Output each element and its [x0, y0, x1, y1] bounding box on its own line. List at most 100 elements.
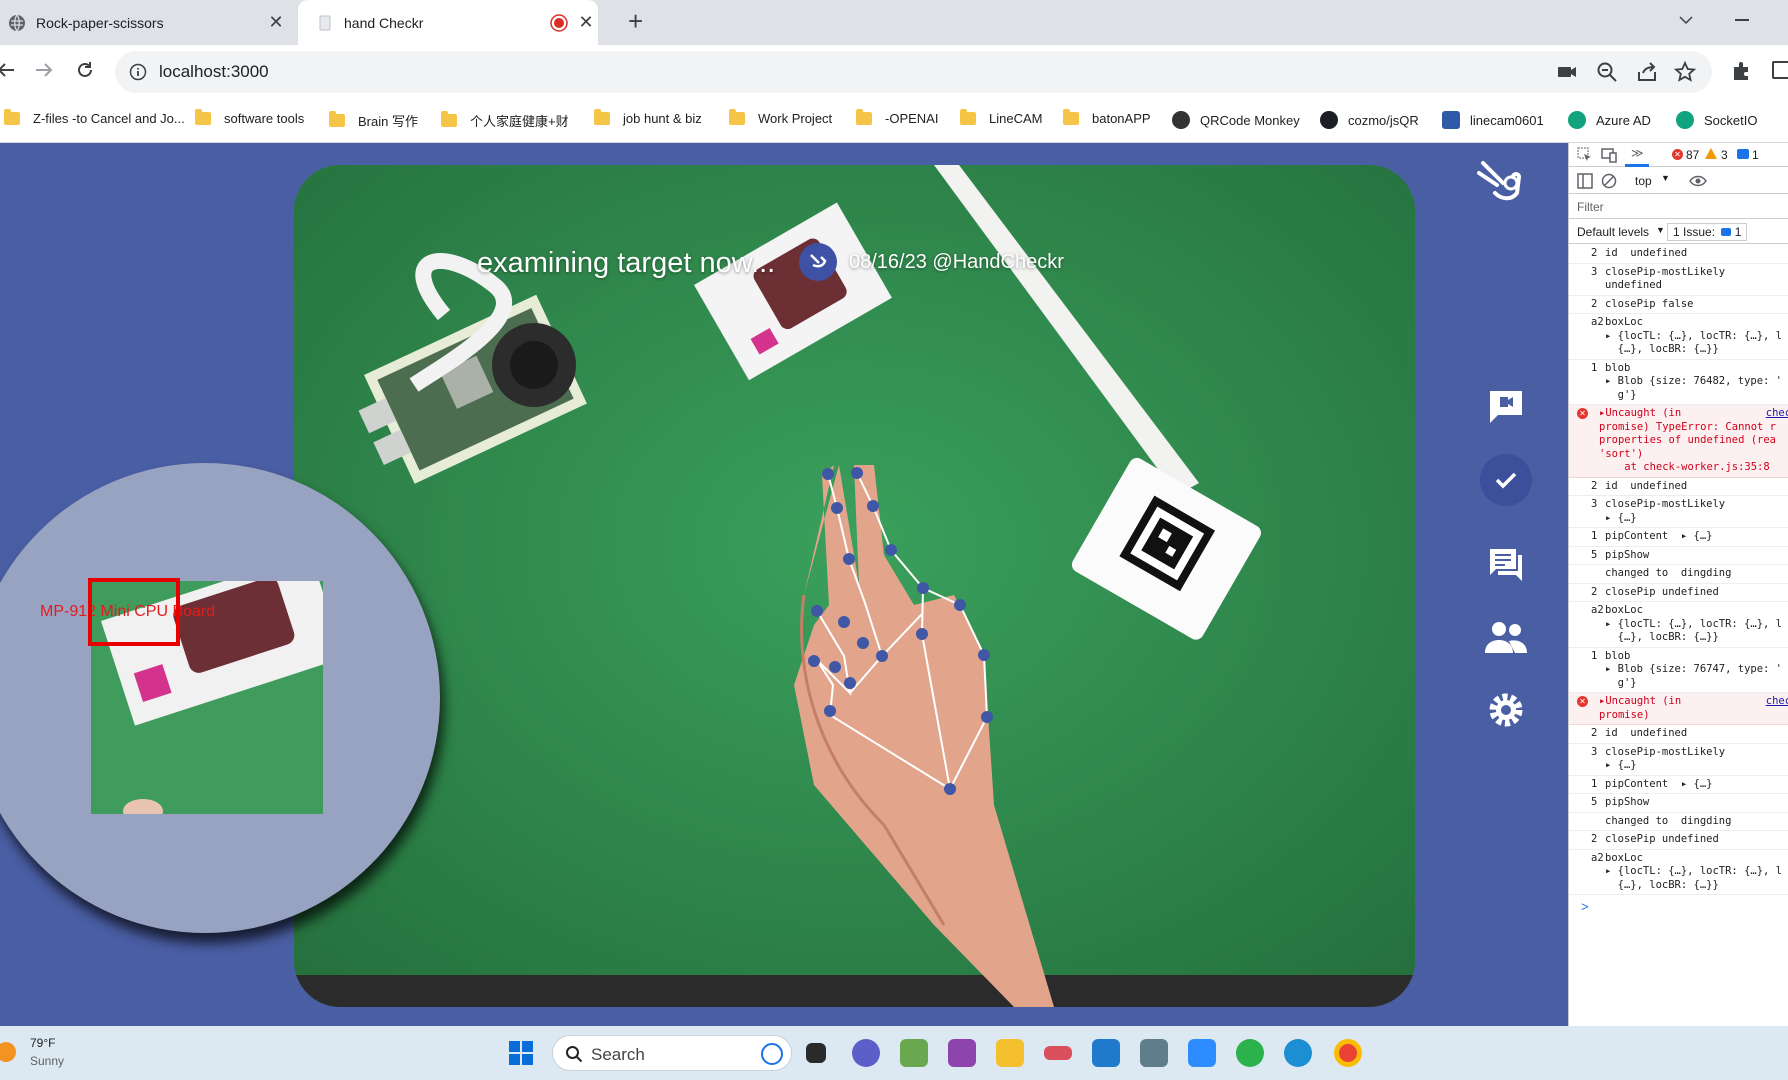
bookmark-item[interactable]: Brain 写作 — [329, 111, 418, 130]
star-icon[interactable] — [1673, 60, 1697, 84]
bookmark-item[interactable]: SocketIO — [1676, 111, 1757, 129]
bookmark-item[interactable]: batonAPP — [1063, 109, 1151, 126]
console-log-row[interactable]: changed to dingdingli — [1569, 813, 1788, 831]
file-explorer-icon[interactable] — [996, 1039, 1024, 1067]
console-log-row[interactable]: 1pipContent ▸ {…}camera — [1569, 776, 1788, 794]
levels-dropdown[interactable]: Default levels — [1577, 225, 1649, 239]
console-log-row[interactable]: 2closePip falsecamera — [1569, 296, 1788, 314]
bookmark-item[interactable]: 个人家庭健康+财 — [441, 111, 569, 130]
bookmark-item[interactable]: QRCode Monkey — [1172, 111, 1300, 129]
minimize-icon[interactable] — [1735, 19, 1749, 21]
console-log-row[interactable]: 5pipShowcamera — [1569, 547, 1788, 565]
issues-badge[interactable]: 1 Issue: 1 — [1667, 223, 1748, 241]
nav-settings[interactable] — [1480, 684, 1532, 736]
bookmark-item[interactable]: Work Project — [729, 109, 832, 126]
console-log-row[interactable]: 2id undefinedcamera — [1569, 478, 1788, 496]
console-log-row[interactable]: a2 boxLoc ▸ {locTL: {…}, locTR: {…}, l {…… — [1569, 602, 1788, 648]
error-count[interactable]: 87 — [1686, 148, 1699, 162]
console-log-row[interactable]: changed to dingdingli — [1569, 565, 1788, 584]
console-log-row[interactable]: 3closePip-mostLikely ▸ {…}camera — [1569, 744, 1788, 776]
warning-count[interactable]: 3 — [1721, 148, 1728, 162]
taskbar-search[interactable]: Search — [552, 1035, 792, 1071]
bookmark-item[interactable]: cozmo/jsQR — [1320, 111, 1419, 129]
sidebar-toggle-icon[interactable] — [1577, 173, 1593, 189]
reload-icon[interactable] — [75, 60, 95, 80]
more-tabs-icon[interactable]: ≫ — [1631, 146, 1644, 160]
bookmark-item[interactable]: linecam0601 — [1442, 111, 1544, 129]
repeat-count: 2 — [1591, 297, 1598, 310]
console-log-row[interactable]: a2 boxLoc ▸ {locTL: {…}, locTR: {…}, l {…… — [1569, 314, 1788, 360]
bookmark-item[interactable]: LineCAM — [960, 109, 1042, 126]
bookmark-item[interactable]: -OPENAI — [856, 109, 938, 126]
console-log-row[interactable]: 5pipShowcamera — [1569, 794, 1788, 813]
back-icon[interactable] — [0, 60, 16, 80]
console-log-row[interactable]: 2closePip undefinedcamera — [1569, 831, 1788, 850]
close-tab-icon[interactable]: ✕ — [576, 12, 596, 32]
new-tab-button[interactable]: + — [628, 6, 643, 37]
console-log-row[interactable]: 1blob ▸ Blob {size: 76482, type: ' g'}ca… — [1569, 360, 1788, 405]
filter-input[interactable]: Filter — [1569, 195, 1788, 219]
clipchamp-icon[interactable] — [948, 1039, 976, 1067]
console-error-row[interactable]: ✕ ▸Uncaught (in promise) TypeError: Canno… — [1569, 405, 1788, 478]
context-select[interactable]: top — [1635, 174, 1652, 188]
paint-icon[interactable] — [900, 1039, 928, 1067]
device-toolbar-icon[interactable] — [1601, 147, 1617, 163]
url-text[interactable]: localhost:3000 — [159, 62, 269, 82]
ok-hand-logo-icon[interactable] — [1473, 153, 1533, 213]
forward-icon[interactable] — [34, 60, 54, 80]
weather-condition[interactable]: Sunny — [30, 1054, 64, 1068]
console-log-row[interactable]: 1blob ▸ Blob {size: 76747, type: ' g'}ca… — [1569, 648, 1788, 693]
teams-icon[interactable] — [852, 1039, 880, 1067]
console-log-row[interactable]: 2closePip undefinedcamera — [1569, 584, 1788, 602]
bookmark-label: Z-files -to Cancel and Jo... — [33, 111, 185, 126]
bookmark-item[interactable]: job hunt & biz — [594, 109, 702, 126]
clear-console-icon[interactable] — [1601, 173, 1617, 189]
extensions-icon[interactable] — [1730, 59, 1754, 83]
console-log-row[interactable]: 3closePip-mostLikely ▸ {…}camera — [1569, 496, 1788, 528]
share-icon[interactable] — [1635, 60, 1659, 84]
log-text: blob ▸ Blob {size: 76482, type: ' g'} — [1605, 361, 1783, 401]
zoom-icon[interactable] — [1188, 1039, 1216, 1067]
nav-check[interactable] — [1480, 454, 1532, 506]
close-tab-icon[interactable]: ✕ — [266, 12, 286, 32]
console-log-row[interactable]: a2 boxLoc ▸ {locTL: {…}, locTR: {…}, l {…… — [1569, 850, 1788, 895]
eye-icon[interactable] — [1689, 173, 1707, 189]
nav-chat[interactable] — [1480, 539, 1532, 591]
tab-rock-paper-scissors[interactable]: Rock-paper-scissors ✕ — [8, 0, 293, 45]
console-error-row[interactable]: ✕ ▸Uncaught (in promise) check-work — [1569, 693, 1788, 725]
sun-icon[interactable] — [0, 1042, 16, 1062]
info-icon[interactable] — [129, 63, 147, 81]
edge-icon[interactable] — [1284, 1039, 1312, 1067]
side-panel-icon[interactable] — [1772, 61, 1788, 79]
source-link[interactable]: check-work — [1766, 407, 1788, 421]
folder-icon — [960, 109, 976, 125]
camera-icon[interactable] — [1555, 60, 1579, 84]
address-bar[interactable]: localhost:3000 — [115, 51, 1712, 93]
bookmark-item[interactable]: Z-files -to Cancel and Jo... — [4, 109, 185, 126]
console-log-row[interactable]: 2id undefinedcamera — [1569, 245, 1788, 264]
side-nav — [1455, 143, 1555, 1026]
vscode-icon[interactable] — [1092, 1039, 1120, 1067]
source-link[interactable]: check-work — [1766, 695, 1788, 709]
console-prompt[interactable]: > — [1581, 899, 1589, 914]
console-log-row[interactable]: 3closePip-mostLikely undefinedcamera — [1569, 264, 1788, 296]
chevron-down-icon: ▼ — [1656, 225, 1665, 235]
task-view-icon[interactable] — [806, 1043, 826, 1063]
console-log-row[interactable]: 1pipContent ▸ {…}camera — [1569, 528, 1788, 547]
zoom-out-icon[interactable] — [1595, 60, 1619, 84]
chrome-icon[interactable] — [1334, 1039, 1362, 1067]
weather-temp[interactable]: 79°F — [30, 1036, 55, 1050]
monitor-icon[interactable] — [1140, 1039, 1168, 1067]
tab-hand-checkr[interactable]: hand Checkr ✕ — [298, 0, 598, 45]
wechat-icon[interactable] — [1236, 1039, 1264, 1067]
bookmark-item[interactable]: Azure AD — [1568, 111, 1651, 129]
nav-feedback[interactable] — [1480, 381, 1532, 433]
chevron-down-icon[interactable] — [1678, 12, 1694, 28]
start-icon[interactable] — [508, 1040, 534, 1066]
console-log-row[interactable]: 2id undefinedcamera — [1569, 725, 1788, 744]
app-icon[interactable] — [1044, 1046, 1072, 1060]
inspect-icon[interactable] — [1577, 147, 1593, 163]
bookmark-item[interactable]: software tools — [195, 109, 304, 126]
nav-people[interactable] — [1480, 611, 1532, 663]
info-count[interactable]: 1 — [1752, 148, 1759, 162]
